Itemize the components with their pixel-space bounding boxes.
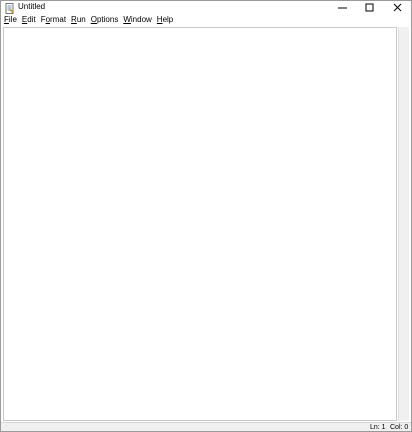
title-bar[interactable]: Untitled [1,1,411,14]
window-title: Untitled [18,2,46,11]
menu-help[interactable]: Help [157,14,173,26]
code-editor-area[interactable] [3,27,397,421]
maximize-button[interactable] [356,1,383,14]
column-indicator: Col: 0 [390,424,409,431]
close-button[interactable] [384,1,411,14]
minimize-button[interactable] [329,1,356,14]
status-bar: Ln: 1 Col: 0 [1,422,411,431]
menu-window[interactable]: Window [123,14,151,26]
menu-bar: File Edit Format Run Options Window Help [1,14,411,26]
vertical-scrollbar[interactable] [398,27,409,421]
menu-run[interactable]: Run [71,14,86,26]
menu-edit[interactable]: Edit [22,14,36,26]
menu-format[interactable]: Format [41,14,66,26]
line-indicator: Ln: 1 [370,424,386,431]
python-idle-icon [5,1,15,14]
menu-options[interactable]: Options [91,14,119,26]
menu-file[interactable]: File [4,14,17,26]
idle-editor-window: Untitled File Edit Format Run Options Wi… [0,0,412,432]
